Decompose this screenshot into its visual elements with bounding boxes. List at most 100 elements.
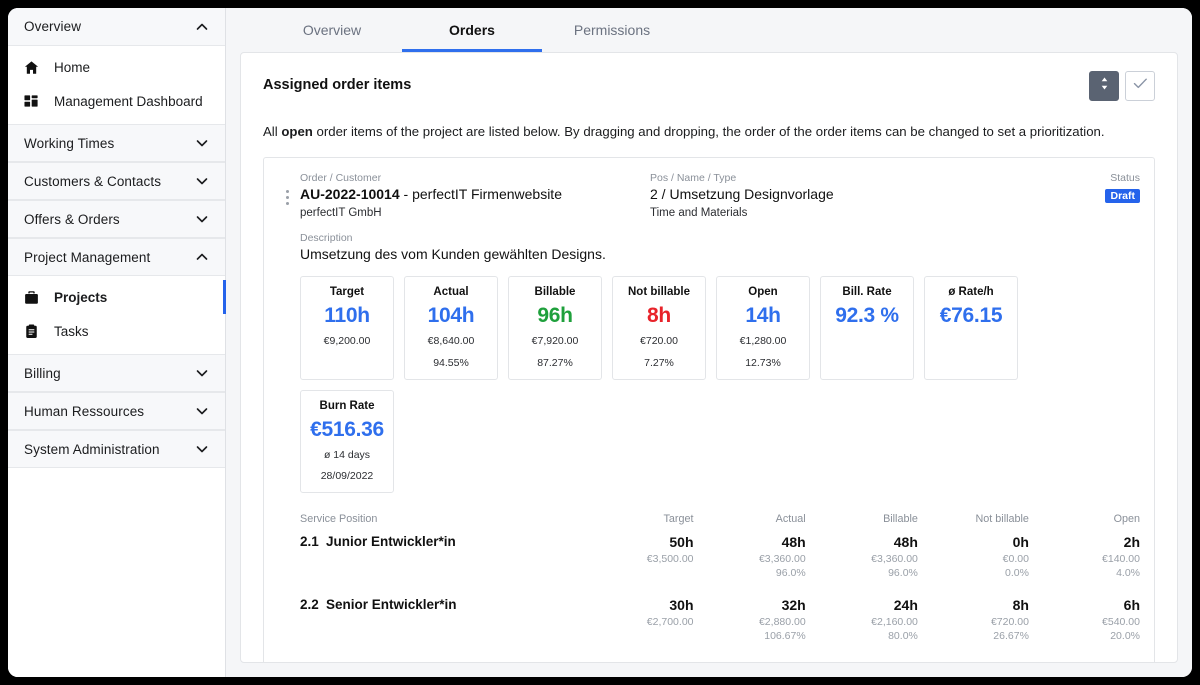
- cell-percent: 80.0%: [888, 630, 918, 643]
- sidebar-group-offers-orders[interactable]: Offers & Orders: [8, 200, 225, 238]
- table-cell: 48h €3,360.00 96.0%: [694, 529, 806, 580]
- table-cell: 32h €2,880.00 106.67%: [694, 592, 806, 643]
- briefcase-icon: [24, 290, 44, 305]
- table-cell: 0h€0.000.0%: [918, 529, 1029, 580]
- kpi-title: Actual: [433, 286, 469, 299]
- sidebar-item-label: Projects: [54, 289, 108, 305]
- order-description-block: Description Umsetzung des vom Kunden gew…: [300, 232, 1140, 262]
- cell-hours: 0h: [918, 660, 1029, 662]
- kpi-value: €76.15: [939, 304, 1003, 328]
- order-description-label: Description: [300, 232, 353, 245]
- cell-amount: €0.00: [1002, 553, 1029, 566]
- sidebar-item-projects[interactable]: Projects: [8, 280, 226, 314]
- kpi-card-row: Target 110h €9,200.00 Actual 104h €8,640.00 94…: [300, 276, 1140, 380]
- tab-overview-label: Overview: [302, 22, 362, 38]
- cell-amount: €540.00: [1102, 616, 1140, 629]
- sidebar-item-label: Tasks: [54, 323, 89, 339]
- kpi-value: 96h: [537, 304, 573, 328]
- row-spacer: [300, 580, 1140, 592]
- tab-orders-label: Orders: [449, 22, 495, 38]
- status-badge: Draft: [1105, 189, 1140, 204]
- service-position-name-cell: 2.2 Senior Entwickler*in: [300, 592, 581, 643]
- sidebar-group-label: System Administration: [24, 441, 160, 457]
- tab-permissions-label: Permissions: [573, 22, 651, 38]
- kpi-title: Not billable: [628, 286, 690, 299]
- kpi-card-target: Target 110h €9,200.00: [300, 276, 394, 380]
- sidebar-group-label: Overview: [24, 19, 82, 34]
- kpi-card-bill-rate: Bill. Rate 92.3 %: [820, 276, 914, 380]
- service-position-header-row: Service Position Target Actual Billable Not …: [300, 513, 1140, 529]
- table-row[interactable]: 2.2 Senior Entwickler*in 30h €2,700.00 32h €2…: [300, 592, 1140, 643]
- sort-button[interactable]: [1089, 71, 1119, 101]
- tab-orders[interactable]: Orders: [402, 8, 542, 52]
- row-spacer-cell: [300, 643, 1140, 655]
- column-header-service-position: Service Position: [300, 513, 378, 526]
- kpi-card-actual: Actual 104h €8,640.00 94.55%: [404, 276, 498, 380]
- column-header-actual: Actual: [775, 513, 806, 526]
- kpi-title: Target: [329, 286, 365, 299]
- cell-percent: 96.0%: [775, 567, 806, 580]
- drag-dots-icon: [285, 190, 289, 206]
- cell-amount: €720.00: [990, 616, 1029, 629]
- kpi-value: 14h: [745, 304, 781, 328]
- order-position-type: Time and Materials: [650, 207, 748, 220]
- sidebar-group-label: Offers & Orders: [24, 211, 120, 227]
- cell-hours: 24h: [893, 597, 918, 614]
- column-header-target: Target: [663, 513, 694, 526]
- chevron-up-icon: [195, 20, 209, 34]
- kpi-card-billable: Billable 96h €7,920.00 87.27%: [508, 276, 602, 380]
- cell-amount: €3,500.00: [646, 553, 694, 566]
- sidebar-item-home[interactable]: Home: [8, 50, 225, 84]
- cell-percent: 26.67%: [993, 630, 1029, 643]
- tab-overview[interactable]: Overview: [262, 8, 402, 52]
- tab-permissions[interactable]: Permissions: [542, 8, 682, 52]
- kpi-card-burn-rate: Burn Rate €516.36 ø 14 days 28/09/2022: [300, 389, 394, 494]
- sidebar-subgroup: Home Management Dashboard: [8, 46, 225, 124]
- kpi-card-rate-h: ø Rate/h €76.15: [924, 276, 1018, 380]
- main-content: Overview Orders Permissions Assigned ord…: [226, 8, 1192, 677]
- cell-hours: 6h: [1123, 597, 1140, 614]
- chevron-down-icon: [195, 174, 209, 188]
- table-cell: 2h €140.00 4.0%: [1029, 529, 1140, 580]
- order-meta-row: Order / Customer AU-2022-10014 - perfect…: [300, 172, 1140, 219]
- order-card-body: Order / Customer AU-2022-10014 - perfect…: [300, 172, 1140, 662]
- cell-hours: 32h: [781, 597, 806, 614]
- service-position-number: 2.3: [300, 660, 326, 662]
- kpi-subtext-percent: 94.55%: [433, 356, 469, 369]
- sidebar-group-customers-contacts[interactable]: Customers & Contacts: [8, 162, 225, 200]
- chevron-down-icon: [195, 366, 209, 380]
- kpi-card-not-billable: Not billable 8h €720.00 7.27%: [612, 276, 706, 380]
- table-cell: 6h€600.0020.0%: [1029, 655, 1140, 662]
- sidebar-group-overview[interactable]: Overview: [8, 8, 225, 46]
- drag-handle[interactable]: [274, 172, 300, 662]
- sidebar-item-management-dashboard[interactable]: Management Dashboard: [8, 84, 225, 118]
- sidebar-group-human-ressources[interactable]: Human Ressources: [8, 392, 225, 430]
- table-row[interactable]: 2.3Designer*in30h€3,000.0024h€2,400.0080…: [300, 655, 1140, 662]
- table-row[interactable]: 2.1 Junior Entwickler*in 50h €3,500.00 48h €3…: [300, 529, 1140, 580]
- cell-percent: 106.67%: [764, 630, 806, 643]
- sidebar-group-project-management[interactable]: Project Management: [8, 238, 225, 276]
- cell-percent: [581, 567, 693, 580]
- kpi-title: Burn Rate: [319, 399, 375, 412]
- sidebar-group-working-times[interactable]: Working Times: [8, 124, 225, 162]
- service-position-name-cell: 2.1 Junior Entwickler*in: [300, 529, 581, 580]
- chevron-down-icon: [195, 442, 209, 456]
- panel-header: Assigned order items: [263, 71, 1155, 101]
- order-customer-block: Order / Customer AU-2022-10014 - perfect…: [300, 172, 650, 219]
- app-window: Overview Home Management Dashboard Working …: [8, 8, 1192, 677]
- kpi-card-open: Open 14h €1,280.00 12.73%: [716, 276, 810, 380]
- kpi-subtext-amount: €7,920.00: [531, 335, 579, 348]
- kpi-subtext-percent: 87.27%: [537, 356, 573, 369]
- sidebar-group-system-administration[interactable]: System Administration: [8, 430, 225, 468]
- sidebar: Overview Home Management Dashboard Working …: [8, 8, 226, 677]
- cell-amount: €3,360.00: [758, 553, 806, 566]
- panel-description: All open order items of the project are …: [263, 123, 1155, 141]
- sidebar-item-tasks[interactable]: Tasks: [8, 314, 225, 348]
- panel-header-actions: [1089, 71, 1155, 101]
- table-cell: 50h €3,500.00: [581, 529, 694, 580]
- cell-percent: [581, 630, 693, 643]
- table-cell: 0h€0.000.0%: [918, 655, 1029, 662]
- confirm-button[interactable]: [1125, 71, 1155, 101]
- sidebar-group-billing[interactable]: Billing: [8, 354, 225, 392]
- order-item-card[interactable]: Order / Customer AU-2022-10014 - perfect…: [263, 157, 1155, 662]
